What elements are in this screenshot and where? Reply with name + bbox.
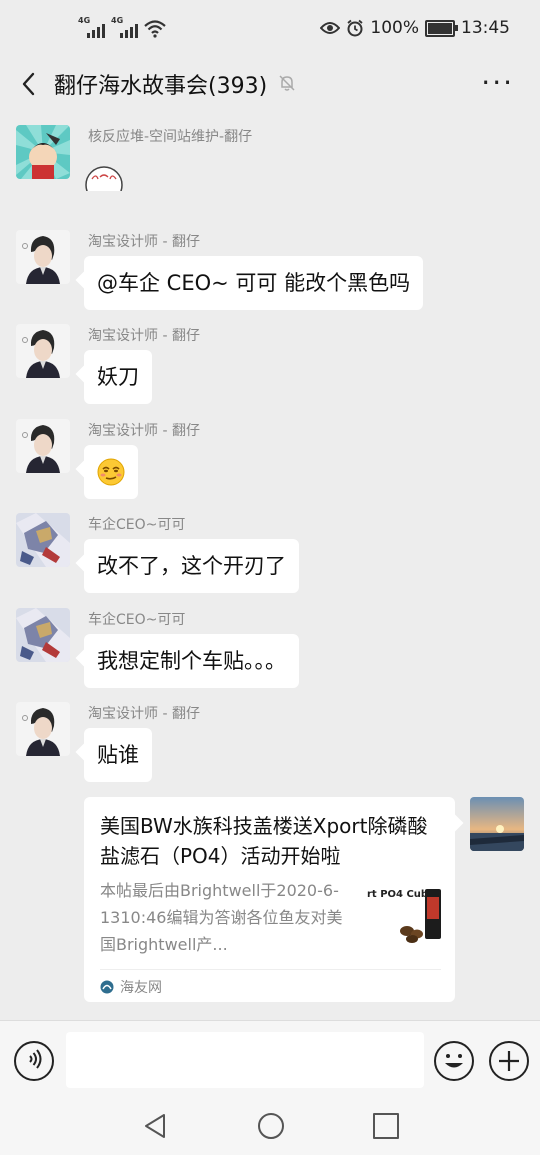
eye-icon	[320, 22, 341, 34]
battery-percent: 100%	[370, 18, 419, 38]
message-bubble[interactable]: 贴谁	[84, 728, 152, 782]
avatar[interactable]	[16, 419, 70, 473]
message-bubble[interactable]	[84, 445, 138, 499]
avatar[interactable]	[16, 324, 70, 378]
avatar[interactable]	[16, 125, 70, 179]
link-card[interactable]: 美国BW水族科技盖楼送Xport除磷酸盐滤石（PO4）活动开始啦 本帖最后由Br…	[84, 797, 455, 1002]
divider	[100, 969, 441, 970]
input-bar	[0, 1020, 540, 1099]
sticker-image[interactable]	[84, 151, 124, 191]
signal-strength-icon: 4G	[78, 16, 105, 38]
nav-back-icon[interactable]	[142, 1112, 168, 1140]
emoji-icon[interactable]	[434, 1041, 474, 1081]
alarm-icon	[347, 19, 363, 37]
link-card-description: 本帖最后由Brightwell于2020-6-1310:46编辑为答谢各位鱼友对…	[100, 881, 343, 954]
wifi-icon	[144, 20, 166, 38]
status-bar: 4G 4G 100% 13:45	[0, 0, 540, 62]
sender-name: 淘宝设计师 - 翻仔	[88, 706, 200, 722]
avatar[interactable]	[470, 797, 524, 851]
status-right: 100% 13:45	[320, 18, 510, 38]
message-input[interactable]	[66, 1032, 424, 1088]
signal-group: 4G 4G	[78, 16, 166, 38]
message-bubble[interactable]: 妖刀	[84, 350, 152, 404]
source-logo-icon	[100, 980, 114, 994]
battery-icon	[425, 19, 458, 37]
more-icon[interactable]: ···	[481, 69, 514, 97]
signal-type-label: 4G	[111, 16, 124, 25]
battery-fill	[428, 22, 452, 34]
avatar[interactable]	[16, 702, 70, 756]
nav-recent-icon[interactable]	[373, 1113, 399, 1139]
sender-name: 淘宝设计师 - 翻仔	[88, 234, 200, 250]
chat-title[interactable]: 翻仔海水故事会(393)	[54, 68, 267, 100]
smirk-emoji-icon	[97, 458, 125, 486]
voice-icon[interactable]	[14, 1041, 54, 1081]
sender-name: 车企CEO~可可	[88, 612, 186, 628]
avatar[interactable]	[16, 230, 70, 284]
link-card-source: 海友网	[100, 977, 162, 997]
link-card-source-name: 海友网	[120, 980, 162, 996]
sender-name: 核反应堆-空间站维护-翻仔	[88, 129, 253, 145]
sender-name: 淘宝设计师 - 翻仔	[88, 328, 200, 344]
system-nav-bar	[0, 1099, 540, 1155]
back-arrow-icon[interactable]	[16, 69, 46, 99]
sender-name: 车企CEO~可可	[88, 517, 186, 533]
link-card-title: 美国BW水族科技盖楼送Xport除磷酸盐滤石（PO4）活动开始啦	[100, 814, 428, 868]
link-card-thumbnail: rt PO4 Cubes	[367, 887, 443, 947]
signal-strength-icon: 4G	[111, 16, 138, 38]
message-bubble[interactable]: @车企 CEO~ 可可 能改个黑色吗	[84, 256, 424, 310]
signal-type-label: 4G	[78, 16, 91, 25]
clock: 13:45	[461, 18, 510, 38]
avatar[interactable]	[16, 608, 70, 662]
plus-icon[interactable]	[489, 1041, 529, 1081]
message-bubble[interactable]: 我想定制个车贴。。。	[84, 634, 299, 688]
mute-bell-icon	[279, 75, 295, 91]
message-bubble[interactable]: 改不了，这个开刃了	[84, 539, 299, 593]
nav-home-icon[interactable]	[258, 1113, 284, 1139]
sender-name: 淘宝设计师 - 翻仔	[88, 423, 200, 439]
chat-header: 翻仔海水故事会(393) ···	[0, 62, 540, 106]
avatar[interactable]	[16, 513, 70, 567]
